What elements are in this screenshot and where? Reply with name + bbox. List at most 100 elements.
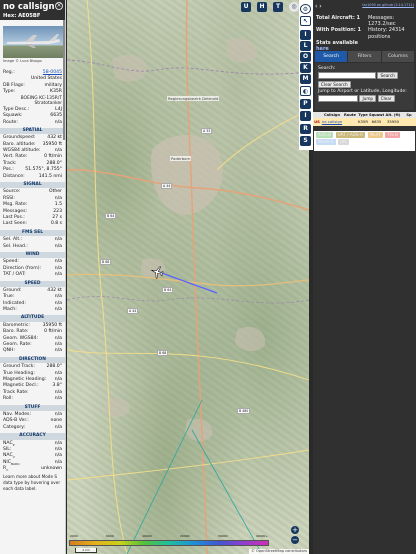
info-label[interactable]: TAT / OAT:	[3, 272, 26, 278]
close-icon[interactable]: ×	[55, 2, 63, 10]
section-altitude: ALTITUDE	[0, 315, 65, 322]
map-control-t[interactable]: T	[273, 2, 283, 12]
info-label[interactable]: NAC	[3, 441, 13, 446]
sidebar-tabs: Search Filters Columns	[315, 51, 414, 62]
accuracy-list: NACP n/a SIL: n/a NACV n/a NICBARO n/a RC unknown	[0, 441, 65, 473]
toggle-o[interactable]: O	[300, 52, 311, 62]
search-panel: Search: Search Clear Search Jump to Airp…	[315, 63, 414, 110]
map-view[interactable]: Regierungsbezirk Detmold Paderborn B 64 …	[67, 0, 309, 554]
source-legend: ADS-B UAT / ADS-R MLAT TIS-B Mode-S AIS	[314, 131, 415, 151]
route-row: Route: n/a	[3, 119, 62, 125]
toggle-r[interactable]: R	[300, 124, 311, 134]
filter-icon[interactable]: ◐	[300, 86, 311, 96]
legend-modes: Mode-S	[316, 139, 336, 145]
secondary-road	[67, 449, 309, 481]
zoom-out-button[interactable]: −	[291, 536, 299, 544]
info-label[interactable]: QNH:	[3, 348, 15, 354]
toggle-l[interactable]: L	[300, 41, 311, 51]
settings-gear-icon[interactable]: ⚙	[300, 4, 311, 14]
info-label[interactable]: Sel. Head.:	[3, 244, 28, 250]
collapse-arrows-icon[interactable]: ‹ ›	[315, 3, 322, 10]
airplane-photo-icon	[7, 34, 60, 48]
cell-callsign[interactable]: no callsign	[321, 118, 343, 126]
info-value: unknown	[41, 466, 62, 472]
info-value: n/a	[54, 348, 62, 354]
info-label[interactable]: Mach:	[3, 307, 17, 313]
toggle-p[interactable]: P	[300, 99, 311, 109]
info-value: n/a	[54, 243, 62, 249]
altitude-list: Barometric: 35950 ft Baro. Rate: 0 ft/min Ge…	[0, 323, 65, 355]
info-value: n/a	[54, 272, 62, 278]
zoom-in-button[interactable]: +	[291, 526, 299, 534]
info-row: Distance: 141.5 nmi	[0, 174, 65, 180]
road-label: A 33	[201, 128, 213, 134]
map-attribution[interactable]: © OpenStreetMap contributors	[249, 549, 309, 554]
tab-search[interactable]: Search	[315, 51, 348, 62]
map-label-north: Regierungsbezirk Detmold	[167, 96, 220, 101]
info-row: Category: n/a	[0, 425, 65, 431]
district-border	[67, 59, 309, 75]
tab-filters[interactable]: Filters	[348, 51, 381, 62]
section-wind: WIND	[0, 251, 65, 259]
info-row: Sel. Head.: n/a	[0, 244, 65, 250]
table-row[interactable]: US no callsign K35R 6635 35950	[313, 118, 416, 126]
info-label[interactable]: Last Seen:	[3, 221, 27, 227]
aircraft-table: Callsign Route Type Squawk Alt. (ft) Sp …	[313, 112, 416, 126]
version-link[interactable]: tar1090 on github (3.14.1711)	[362, 3, 414, 7]
info-label[interactable]: NAC	[3, 453, 13, 458]
toggle-k[interactable]: K	[300, 63, 311, 73]
scale-bar: 2 km	[75, 548, 97, 553]
type-description: BOEING KC-135R/T Stratotanker	[20, 95, 62, 107]
info-label-subscript: BARO	[11, 461, 20, 466]
section-signal: SIGNAL	[0, 182, 65, 189]
legend-tisb: TIS-B	[385, 132, 400, 138]
info-row: Last Seen: 0.8 s	[0, 221, 65, 227]
toggle-s[interactable]: S	[300, 136, 311, 146]
info-label[interactable]: Distance:	[3, 174, 25, 180]
info-scrollbar[interactable]	[63, 20, 65, 140]
callsign-title: no callsign	[3, 2, 55, 12]
info-label-subscript: P	[12, 442, 15, 447]
route-value: n/a	[54, 119, 62, 125]
aircraft-photo[interactable]	[3, 26, 63, 58]
jump-input[interactable]	[318, 95, 358, 102]
map-control-h[interactable]: H	[257, 2, 267, 12]
toggle-i[interactable]: I	[300, 30, 311, 40]
search-label: Search:	[318, 66, 336, 71]
info-label[interactable]: Category:	[3, 425, 25, 431]
toggle-i2[interactable]: I	[300, 111, 311, 121]
map-control-u[interactable]: U	[241, 2, 251, 12]
wind-list: Speed: n/a Direction (from): n/a TAT / OAT: n…	[0, 259, 65, 278]
jump-button[interactable]: Jump	[359, 95, 377, 102]
cell-type: K35R	[358, 119, 368, 124]
info-label-subscript: V	[12, 455, 15, 460]
road-label: B 64	[105, 213, 117, 219]
clear-button[interactable]: Clear	[377, 95, 395, 102]
district-border	[67, 296, 309, 304]
road-label: B 480	[237, 408, 251, 414]
search-input[interactable]	[318, 72, 376, 79]
clear-search-button[interactable]: Clear Search	[318, 81, 351, 88]
history-count: History: 24314 positions	[368, 27, 405, 40]
tab-columns[interactable]: Columns	[381, 51, 414, 62]
info-label[interactable]: Roll:	[3, 396, 13, 402]
info-label-subscript: C	[6, 467, 9, 472]
road-label: B 68	[100, 259, 112, 265]
legend-tick: 30000	[217, 534, 228, 538]
search-button[interactable]: Search	[377, 72, 398, 79]
toggle-m[interactable]: M	[300, 74, 311, 84]
legend-tick: 2000	[70, 534, 78, 538]
legend-ais: AIS	[338, 139, 349, 145]
legend-mlat: MLAT	[367, 132, 383, 138]
info-label[interactable]: NIC	[3, 460, 11, 465]
info-row: QNH: n/a	[0, 348, 65, 354]
legend-tick: 6000	[106, 534, 114, 538]
secondary-road	[67, 349, 309, 381]
aircraft-info-panel: no callsign Hex: AE05BF × Image © Luca B…	[0, 0, 66, 554]
cell-altitude: 35950	[386, 119, 400, 124]
map-features	[67, 0, 309, 554]
layers-icon[interactable]: ◎	[289, 2, 299, 12]
motorway	[185, 0, 208, 554]
cursor-icon[interactable]: ↖	[300, 16, 311, 26]
info-value: 0.8 s	[50, 221, 62, 227]
